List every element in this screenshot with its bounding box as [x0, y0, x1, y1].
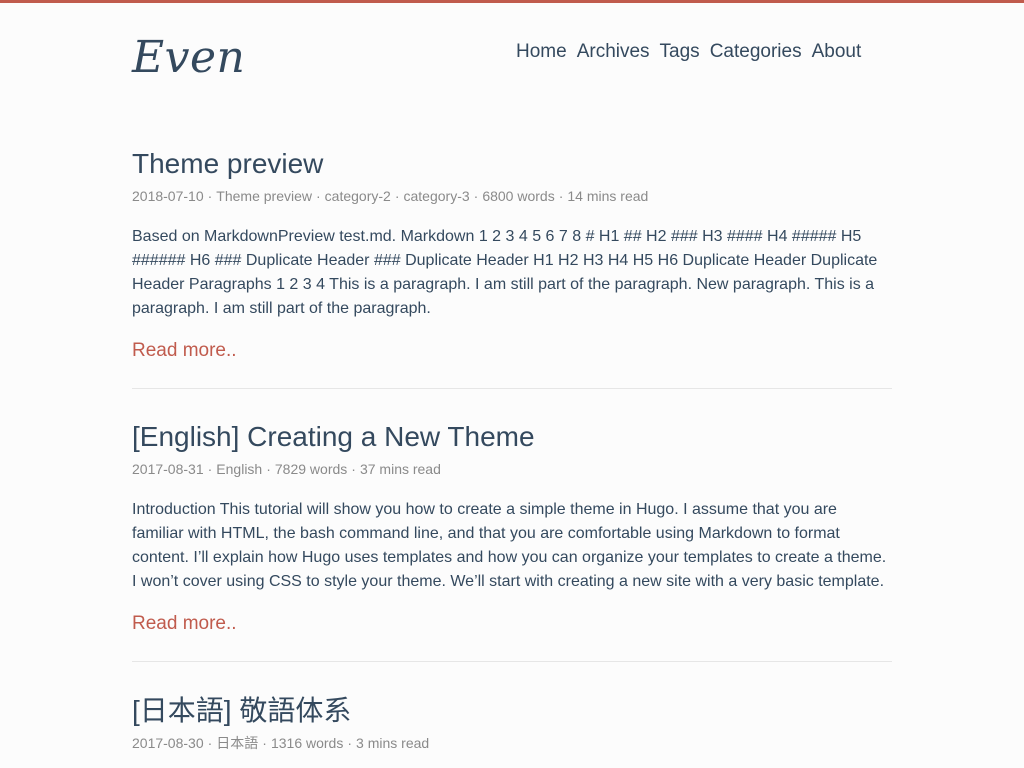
post-category-link[interactable]: Theme preview	[216, 188, 312, 204]
post-summary: Introduction This tutorial will show you…	[132, 501, 887, 590]
meta-separator: ·	[394, 188, 400, 204]
meta-separator: ·	[351, 461, 356, 477]
meta-separator: ·	[473, 188, 479, 204]
post-divider	[132, 388, 892, 389]
post-divider	[132, 661, 892, 662]
nav-item-home[interactable]: Home	[516, 40, 567, 64]
post-meta: 2017-08-30 · 日本語 · 1316 words · 3 mins read	[132, 734, 892, 752]
meta-separator: ·	[266, 461, 271, 477]
read-more-link[interactable]: Read more..	[132, 339, 237, 363]
meta-separator: ·	[262, 735, 267, 751]
post-item-theme-preview: Theme preview 2018-07-10 · Theme preview · c…	[132, 147, 892, 363]
meta-separator: ·	[207, 188, 213, 204]
nav-item-about[interactable]: About	[812, 40, 862, 64]
post-read-time: 3 mins read	[356, 735, 430, 751]
post-summary: Based on MarkdownPreview test.md. Markdo…	[132, 228, 878, 317]
read-more-link[interactable]: Read more..	[132, 612, 237, 636]
meta-separator: ·	[558, 188, 564, 204]
post-item-creating-new-theme: [English] Creating a New Theme 2017-08-3…	[132, 420, 892, 636]
post-meta: 2018-07-10 · Theme preview · category-2 · cate…	[132, 187, 892, 205]
main-nav: Home Archives Tags Categories About	[516, 40, 861, 64]
post-category-link[interactable]: category-3	[404, 188, 470, 204]
post-read-time: 37 mins read	[359, 461, 441, 477]
post-category-link[interactable]: 日本語	[216, 735, 258, 751]
post-date: 2018-07-10	[132, 188, 204, 204]
post-date: 2017-08-31	[132, 461, 204, 477]
meta-separator: ·	[207, 461, 213, 477]
post-word-count: 6800 words	[482, 188, 555, 204]
top-accent-bar	[0, 0, 1024, 3]
post-category-link[interactable]: English	[216, 461, 262, 477]
nav-item-tags[interactable]: Tags	[660, 40, 700, 64]
post-title[interactable]: [English] Creating a New Theme	[132, 420, 892, 454]
meta-separator: ·	[316, 188, 321, 204]
post-date: 2017-08-30	[132, 735, 204, 751]
post-word-count: 7829 words	[274, 461, 348, 477]
post-category-link[interactable]: category-2	[325, 188, 391, 204]
post-item-keigo: [日本語] 敬語体系 2017-08-30 · 日本語 · 1316 words · 3 m…	[132, 694, 892, 752]
post-meta: 2017-08-31 · English · 7829 words · 37 mins re…	[132, 460, 892, 478]
site-logo[interactable]: Even	[132, 30, 245, 86]
meta-separator: ·	[347, 735, 353, 751]
post-title[interactable]: Theme preview	[132, 147, 892, 181]
meta-separator: ·	[207, 735, 213, 751]
post-word-count: 1316 words	[270, 735, 344, 751]
post-title[interactable]: [日本語] 敬語体系	[132, 694, 892, 728]
nav-item-archives[interactable]: Archives	[577, 40, 650, 64]
nav-item-categories[interactable]: Categories	[710, 40, 802, 64]
post-read-time: 14 mins read	[567, 188, 649, 204]
